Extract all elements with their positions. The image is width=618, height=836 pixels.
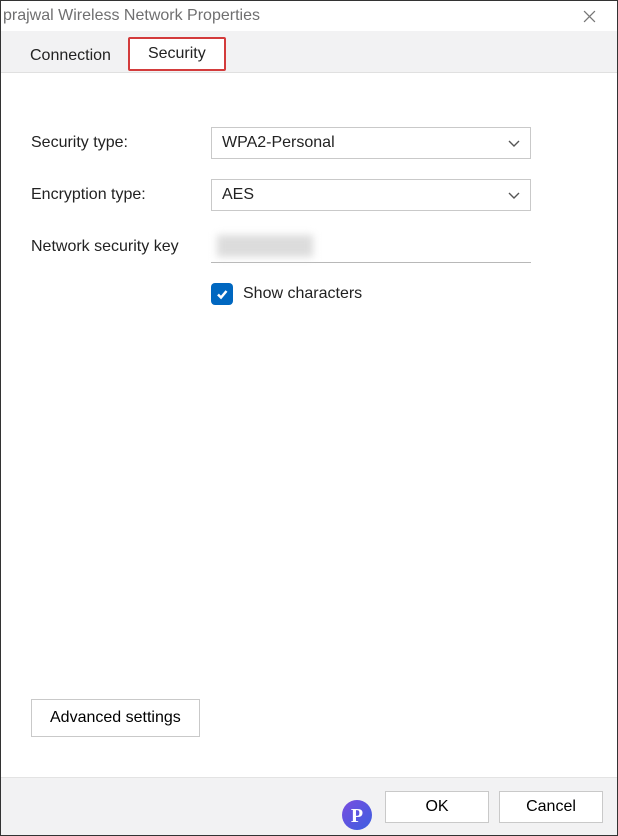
- security-type-label: Security type:: [31, 134, 211, 152]
- row-security-type: Security type: WPA2-Personal: [31, 127, 589, 159]
- security-type-select[interactable]: WPA2-Personal: [211, 127, 531, 159]
- row-network-key: Network security key: [31, 231, 589, 263]
- svg-text:P: P: [351, 805, 363, 827]
- ok-button[interactable]: OK: [385, 791, 489, 823]
- tab-security[interactable]: Security: [128, 37, 226, 71]
- blurred-password-area: [217, 235, 313, 257]
- titlebar: prajwal Wireless Network Properties: [1, 1, 617, 31]
- show-characters-label: Show characters: [243, 285, 362, 303]
- encryption-type-label: Encryption type:: [31, 186, 211, 204]
- row-show-characters: Show characters: [211, 283, 589, 305]
- network-key-label: Network security key: [31, 238, 211, 256]
- cancel-button[interactable]: Cancel: [499, 791, 603, 823]
- close-button[interactable]: [567, 2, 611, 30]
- row-encryption-type: Encryption type: AES: [31, 179, 589, 211]
- encryption-type-value: AES: [222, 186, 254, 204]
- content-panel: Security type: WPA2-Personal Encryption …: [1, 73, 617, 777]
- advanced-settings-button[interactable]: Advanced settings: [31, 699, 200, 737]
- show-characters-checkbox[interactable]: [211, 283, 233, 305]
- network-key-input[interactable]: [211, 231, 531, 263]
- watermark-logo: P: [339, 797, 375, 833]
- encryption-type-select[interactable]: AES: [211, 179, 531, 211]
- tab-connection[interactable]: Connection: [13, 38, 128, 73]
- close-icon: [583, 10, 596, 23]
- security-type-value: WPA2-Personal: [222, 134, 335, 152]
- window-title: prajwal Wireless Network Properties: [3, 7, 260, 25]
- checkmark-icon: [215, 287, 229, 301]
- footer-bar: P OK Cancel: [1, 777, 617, 835]
- tab-strip: Connection Security: [1, 31, 617, 73]
